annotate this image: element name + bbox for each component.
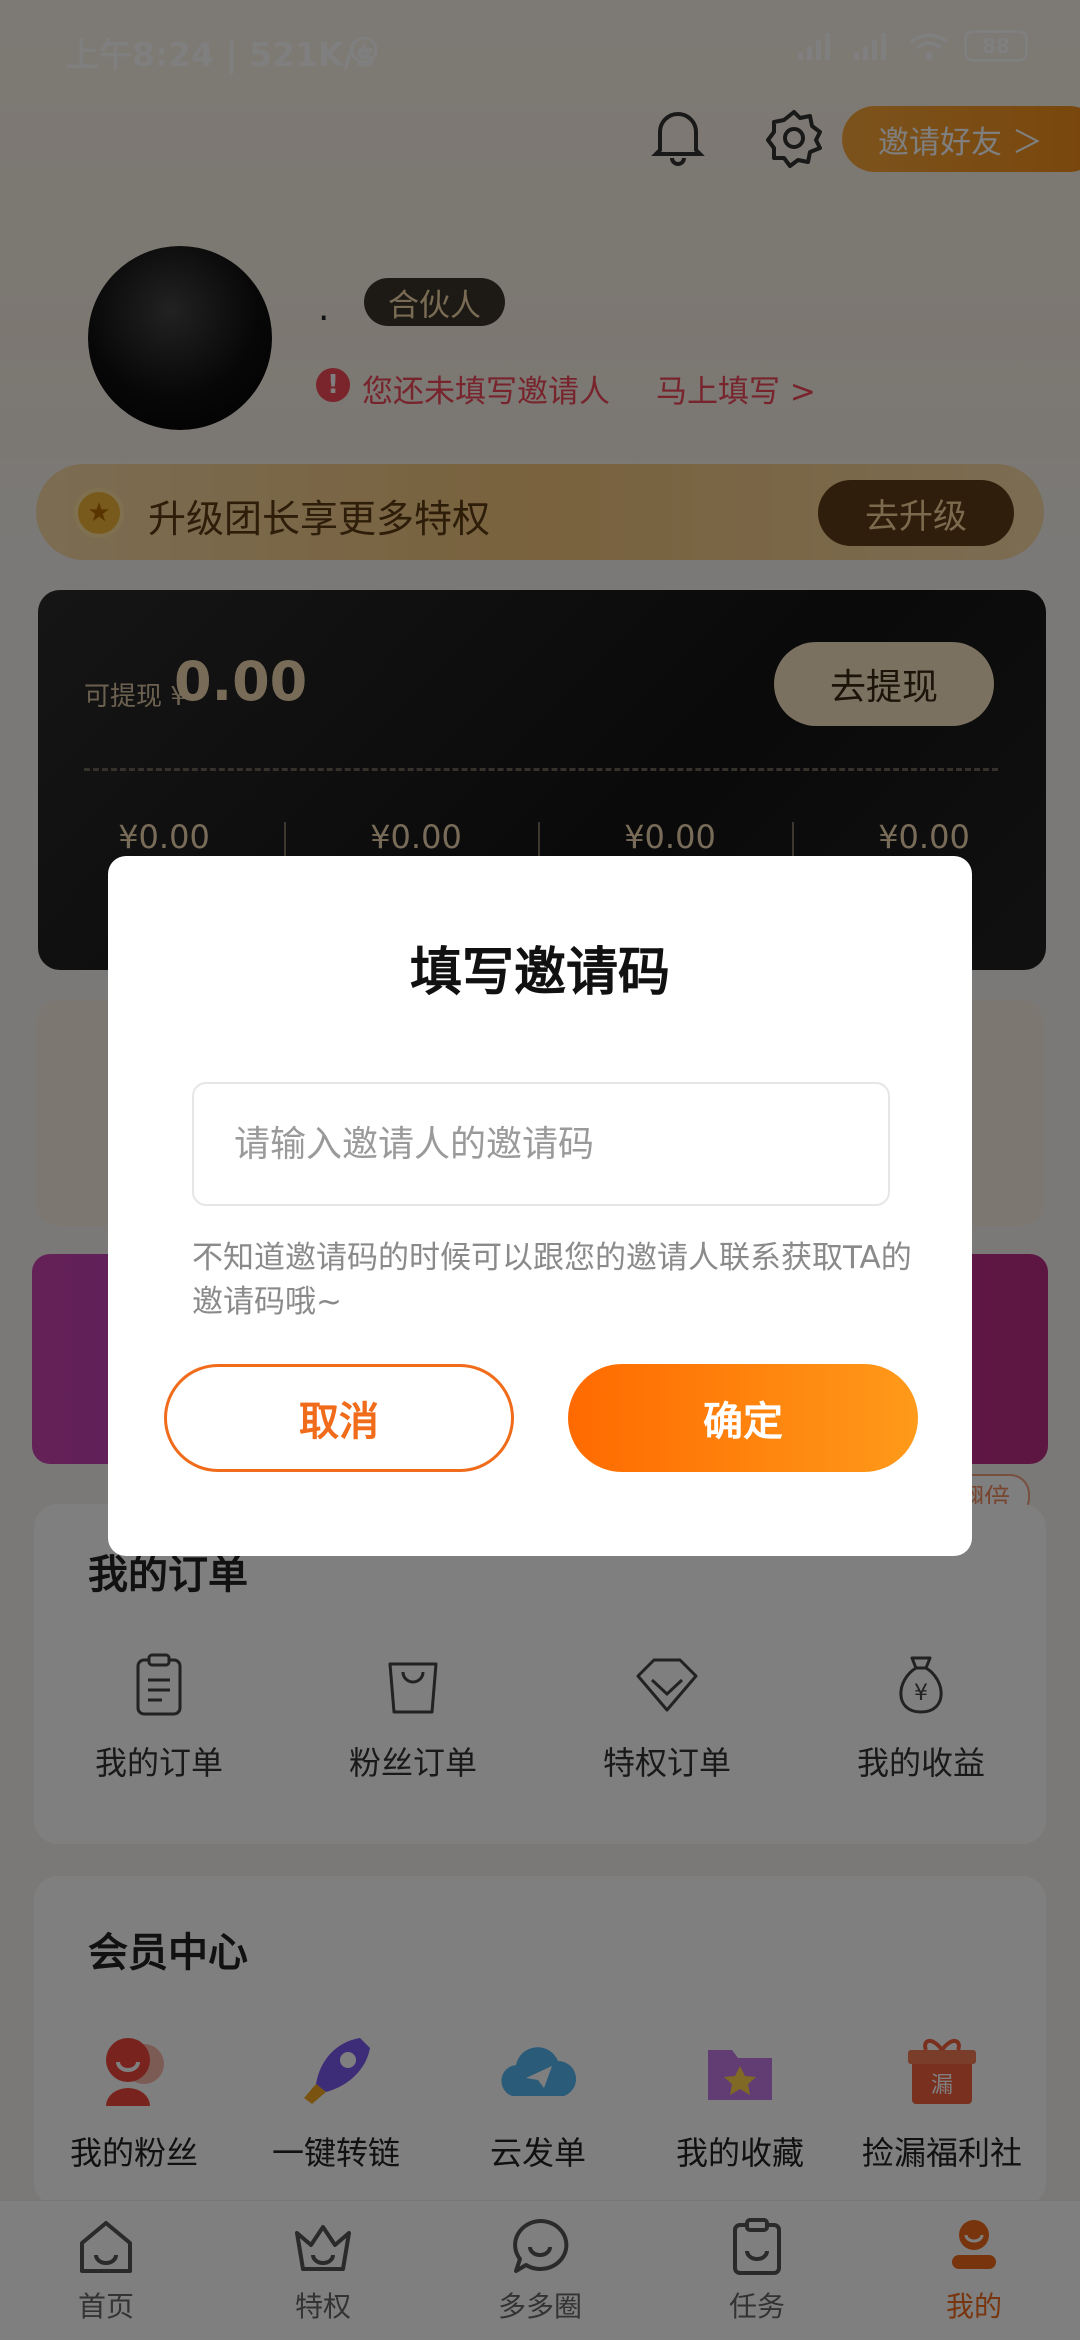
invite-code-dialog: 填写邀请码 不知道邀请码的时候可以跟您的邀请人联系获取TA的邀请码哦~ 取消 确… [108, 856, 972, 1556]
cancel-button[interactable]: 取消 [164, 1364, 514, 1472]
dialog-hint: 不知道邀请码的时候可以跟您的邀请人联系获取TA的邀请码哦~ [192, 1240, 912, 1320]
dialog-title: 填写邀请码 [409, 943, 670, 1003]
confirm-button[interactable]: 确定 [568, 1364, 918, 1472]
invite-code-input[interactable] [192, 1082, 890, 1206]
